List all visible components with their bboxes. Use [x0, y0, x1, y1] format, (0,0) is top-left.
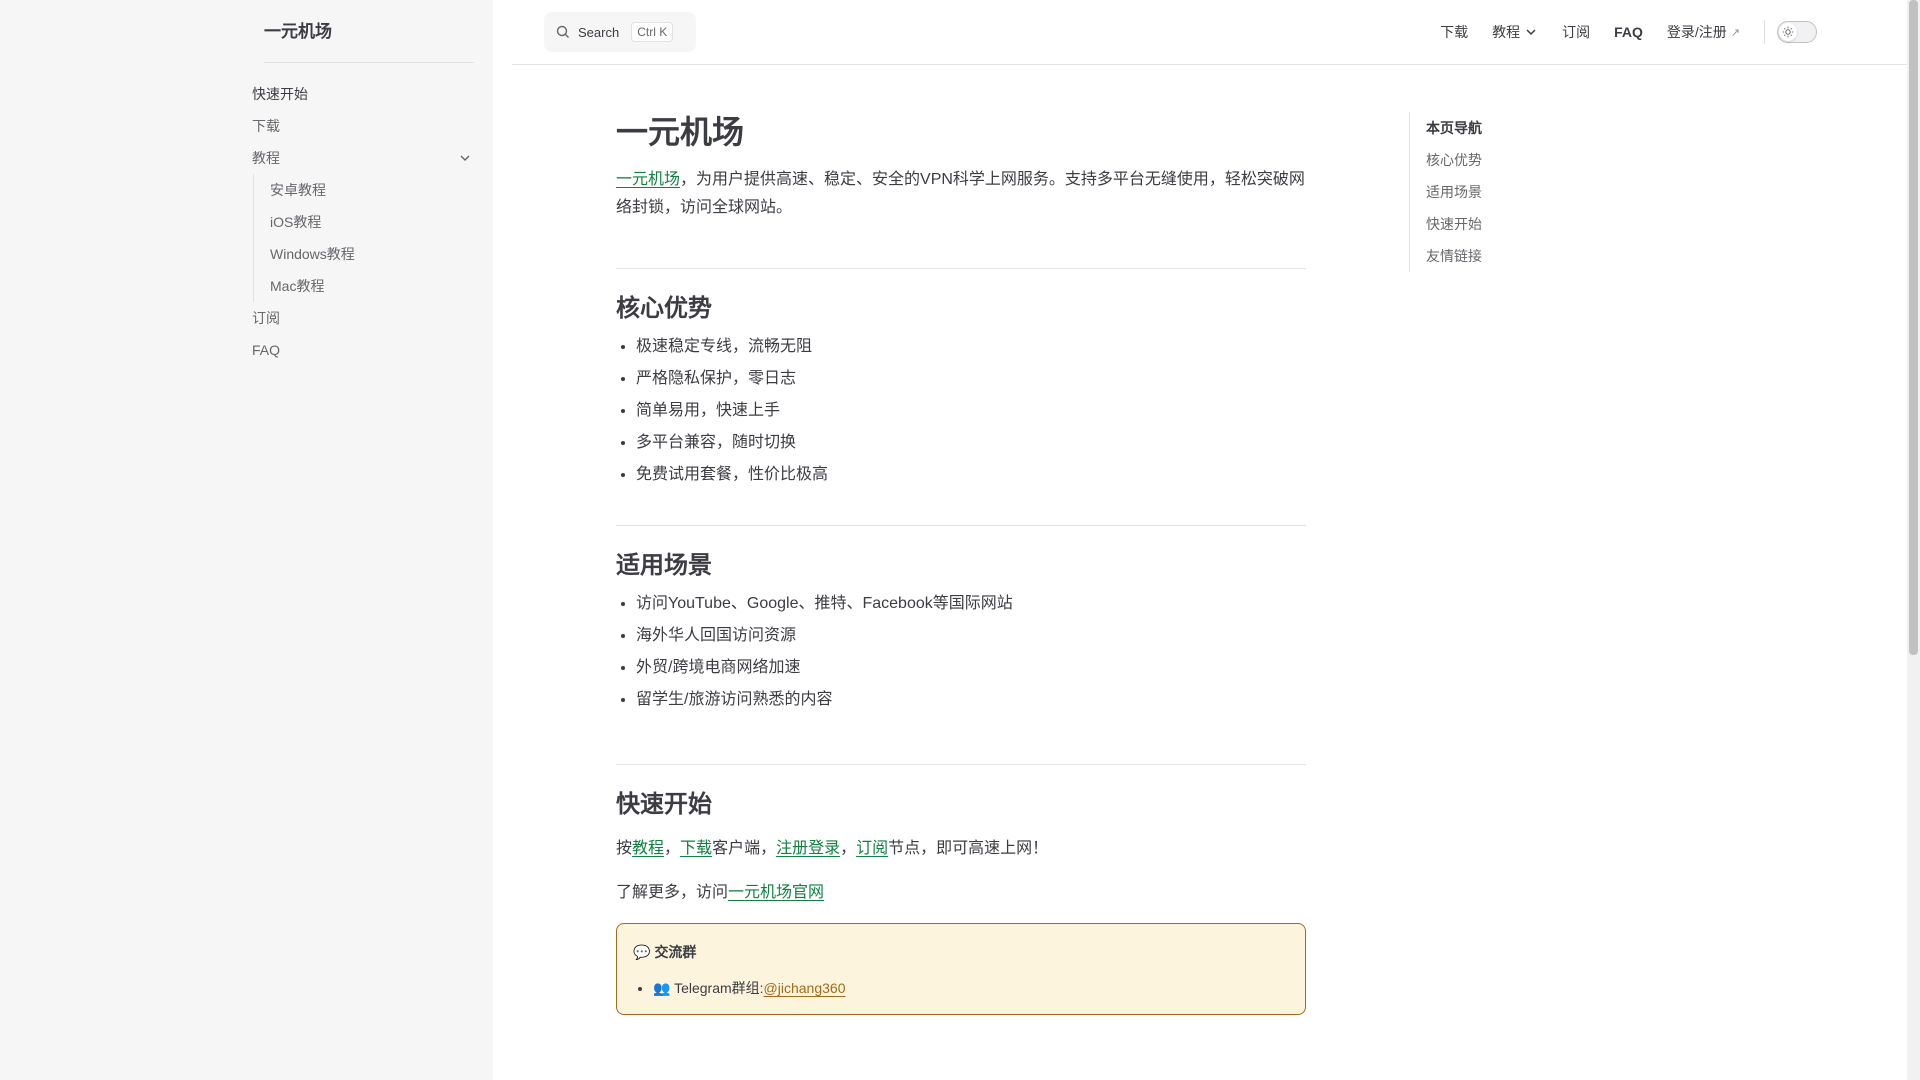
nav-subscribe[interactable]: 订阅 — [1550, 22, 1602, 42]
sidebar-item-label: 下载 — [252, 118, 280, 134]
sidebar-item-label: 安卓教程 — [270, 182, 326, 198]
heading-advantages: 核心优势 — [616, 295, 712, 322]
chevron-down-icon[interactable] — [458, 151, 472, 165]
outline-item-friend-links[interactable]: 友情链接 — [1426, 240, 1609, 272]
sidebar-item-faq[interactable]: FAQ — [252, 334, 474, 366]
section-divider — [616, 764, 1306, 765]
sun-icon — [1779, 23, 1797, 41]
sidebar-item-label: 快速开始 — [252, 86, 308, 102]
list-item: 👥 Telegram群组:@jichang360 — [653, 976, 1289, 1000]
section-divider — [616, 268, 1306, 269]
quickstart-paragraph: 按教程，下载客户端，注册登录，订阅节点，即可高速上网！ — [616, 835, 1306, 863]
sidebar-item-download[interactable]: 下载 — [252, 110, 474, 142]
sidebar-item-label: Windows教程 — [270, 246, 355, 262]
intro-paragraph: 一元机场，为用户提供高速、稳定、安全的VPN科学上网服务。支持多平台无缝使用，轻… — [616, 166, 1306, 222]
tip-title: 💬 交流群 — [633, 940, 1289, 964]
sidebar-divider — [264, 62, 474, 63]
theme-toggle[interactable] — [1777, 21, 1817, 43]
top-nav: 下载 教程 订阅 FAQ 登录/注册 ↗ — [1428, 0, 1817, 64]
nav-separator — [1764, 20, 1765, 44]
section-divider — [616, 525, 1306, 526]
scenarios-list: 访问YouTube、Google、推特、Facebook等国际网站 海外华人回国… — [616, 592, 1306, 712]
nav-faq[interactable]: FAQ — [1602, 24, 1655, 40]
advantages-list: 极速稳定专线，流畅无阻 严格隐私保护，零日志 简单易用，快速上手 多平台兼容，随… — [616, 335, 1306, 487]
link-download[interactable]: 下载 — [680, 840, 712, 857]
heading-scenarios: 适用场景 — [616, 552, 712, 579]
tip-list: 👥 Telegram群组:@jichang360 — [633, 976, 1289, 1000]
scrollbar-thumb[interactable] — [1909, 0, 1918, 655]
sidebar-item-label: FAQ — [252, 342, 281, 358]
text: ， — [664, 840, 681, 857]
sidebar-item-label: iOS教程 — [270, 214, 322, 230]
sidebar-subgroup-tutorials: 安卓教程 iOS教程 Windows教程 Mac教程 — [253, 174, 474, 302]
text: 按 — [616, 840, 633, 857]
link-official-site[interactable]: 一元机场官网 — [728, 884, 824, 901]
sidebar-item-tutorial[interactable]: 教程 — [252, 142, 474, 174]
list-item: 多平台兼容，随时切换 — [636, 431, 1306, 455]
nav-tutorial-dropdown[interactable]: 教程 — [1480, 22, 1550, 42]
search-icon — [556, 25, 569, 38]
list-item: 严格隐私保护，零日志 — [636, 367, 1306, 391]
list-item: 留学生/旅游访问熟悉的内容 — [636, 688, 1306, 712]
sidebar-item-mac[interactable]: Mac教程 — [270, 270, 474, 302]
link-subscribe[interactable]: 订阅 — [856, 840, 888, 857]
speech-bubble-icon: 💬 — [633, 944, 651, 960]
list-item: 简单易用，快速上手 — [636, 399, 1306, 423]
page-title: 一元机场 — [616, 114, 745, 150]
sidebar-item-label: Mac教程 — [270, 278, 325, 294]
search-label: Search — [578, 24, 620, 40]
sidebar-item-label: 订阅 — [252, 310, 280, 326]
sidebar-item-ios[interactable]: iOS教程 — [270, 206, 474, 238]
nav-login-label: 登录/注册 — [1666, 24, 1727, 40]
list-item: 海外华人回国访问资源 — [636, 624, 1306, 648]
link-register[interactable]: 注册登录 — [776, 840, 840, 857]
sidebar-item-label: 教程 — [252, 150, 280, 166]
outline-item-advantages[interactable]: 核心优势 — [1426, 144, 1609, 176]
tip-title-text: 交流群 — [654, 944, 697, 960]
nav-tutorial-label: 教程 — [1492, 24, 1521, 40]
sidebar-item-windows[interactable]: Windows教程 — [270, 238, 474, 270]
sidebar-item-subscribe[interactable]: 订阅 — [252, 302, 474, 334]
telegram-link[interactable]: @jichang360 — [764, 980, 846, 996]
users-icon: 👥 — [653, 980, 671, 996]
nav-download[interactable]: 下载 — [1428, 22, 1480, 42]
search-shortcut: Ctrl K — [631, 22, 674, 42]
main-content: 一元机场 一元机场，为用户提供高速、稳定、安全的VPN科学上网服务。支持多平台无… — [616, 100, 1306, 1015]
text: 客户端， — [712, 840, 777, 857]
list-item: 访问YouTube、Google、推特、Facebook等国际网站 — [636, 592, 1306, 616]
outline-title: 本页导航 — [1426, 120, 1482, 136]
intro-link[interactable]: 一元机场 — [616, 171, 680, 188]
tip-item-text: Telegram群组: — [674, 980, 764, 996]
text: 节点，即可高速上网！ — [888, 840, 1049, 857]
outline-item-quickstart[interactable]: 快速开始 — [1426, 208, 1609, 240]
heading-quickstart: 快速开始 — [616, 791, 712, 818]
nav-login[interactable]: 登录/注册 ↗ — [1655, 22, 1752, 42]
list-item: 外贸/跨境电商网络加速 — [636, 656, 1306, 680]
intro-text: ，为用户提供高速、稳定、安全的VPN科学上网服务。支持多平台无缝使用，轻松突破网… — [616, 171, 1305, 216]
top-bar: Search Ctrl K 下载 教程 订阅 FAQ 登录/注册 ↗ — [512, 0, 1907, 65]
sidebar-nav: 快速开始 下载 教程 安卓教程 iOS教程 Windows教程 Mac教程 订阅 — [252, 78, 474, 366]
external-link-icon: ↗ — [1730, 26, 1740, 39]
outline-item-scenarios[interactable]: 适用场景 — [1426, 176, 1609, 208]
sidebar-item-quickstart[interactable]: 快速开始 — [252, 78, 474, 110]
chevron-down-icon — [1526, 29, 1536, 36]
text: ， — [840, 840, 857, 857]
list-item: 免费试用套餐，性价比极高 — [636, 463, 1306, 487]
search-button[interactable]: Search Ctrl K — [544, 12, 696, 52]
list-item: 极速稳定专线，流畅无阻 — [636, 335, 1306, 359]
sidebar-item-android[interactable]: 安卓教程 — [270, 174, 474, 206]
link-tutorial[interactable]: 教程 — [632, 840, 664, 857]
page-outline: 本页导航 核心优势 适用场景 快速开始 友情链接 — [1409, 112, 1609, 272]
text: 了解更多，访问 — [616, 884, 729, 901]
sidebar: 一元机场 快速开始 下载 教程 安卓教程 iOS教程 Windows教程 Mac… — [0, 0, 493, 1080]
more-paragraph: 了解更多，访问一元机场官网 — [616, 879, 1306, 907]
tip-box: 💬 交流群 👥 Telegram群组:@jichang360 — [616, 923, 1306, 1015]
site-title[interactable]: 一元机场 — [264, 18, 332, 46]
